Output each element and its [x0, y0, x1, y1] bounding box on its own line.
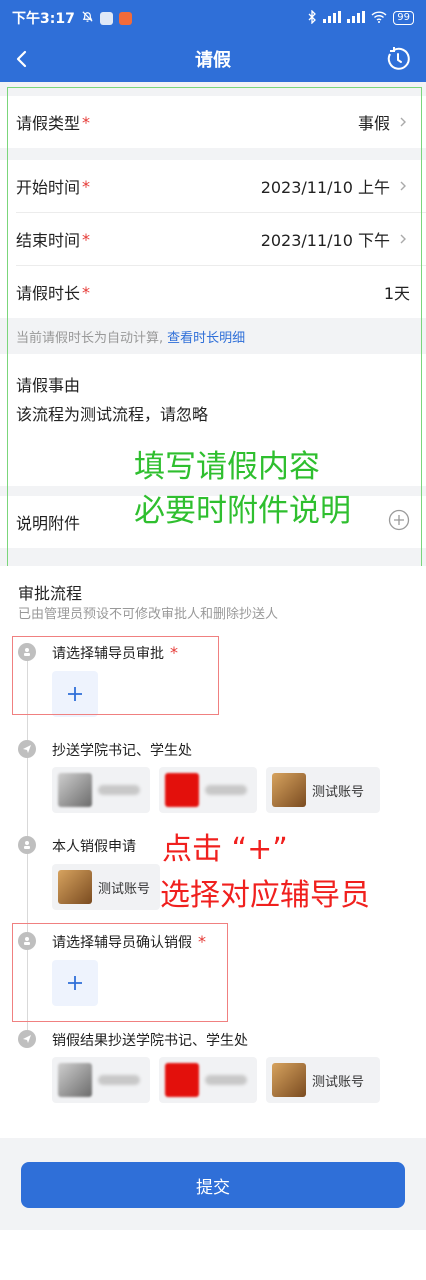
step-title: 抄送学院书记、学生处: [52, 743, 192, 759]
avatar: [272, 1063, 306, 1097]
duration-value: 1天: [383, 284, 410, 303]
leave-type-label: 请假类型: [16, 114, 81, 133]
battery-indicator: 99: [393, 11, 414, 25]
duration-detail-link[interactable]: 查看时长明细: [167, 327, 245, 346]
required-mark: *: [82, 176, 91, 196]
step-title: 请选择辅导员审批 *: [52, 643, 178, 663]
status-time: 下午3:17: [12, 11, 75, 27]
plus-icon: [68, 687, 82, 701]
end-time-value: 2023/11/10 下午: [260, 231, 390, 250]
back-arrow-icon: [16, 50, 27, 68]
start-time-row[interactable]: 开始时间 * 2023/11/10 上午: [0, 160, 426, 212]
duration-row: 请假时长 * 1天: [0, 266, 426, 318]
avatar: [165, 1063, 199, 1097]
approver-step-icon: [18, 643, 36, 661]
cc-person-chip: [159, 1057, 257, 1103]
blurred-name: [98, 1075, 140, 1085]
hint-text: 当前请假时长为自动计算,: [16, 330, 164, 346]
cc-person-chip: [52, 767, 150, 813]
step-title: 请选择辅导员确认销假 *: [52, 932, 206, 952]
annotation-red-line1: 点击 “+”: [162, 832, 288, 867]
add-approver-button[interactable]: [52, 671, 98, 717]
status-bar: 下午3:17 99: [0, 0, 426, 36]
nav-bar: 请假: [0, 36, 426, 82]
annotation-green-line1: 填写请假内容: [134, 449, 320, 485]
add-attachment-button[interactable]: [388, 509, 410, 535]
avatar: [272, 773, 306, 807]
notification-off-icon: [81, 10, 94, 26]
chip-name: 测试账号: [312, 784, 365, 800]
required-mark: *: [170, 643, 178, 662]
required-mark: *: [82, 229, 91, 249]
add-confirm-approver-button[interactable]: [52, 960, 98, 1006]
cc-person-chip: 测试账号: [266, 1057, 380, 1103]
approver-step-icon: [18, 932, 36, 950]
end-time-label: 结束时间: [16, 231, 81, 250]
attachment-label: 说明附件: [16, 514, 81, 533]
step-title-text: 请选择辅导员确认销假: [52, 935, 192, 951]
bottom-area: [0, 1230, 426, 1280]
page-title: 请假: [195, 50, 231, 71]
start-time-value: 2023/11/10 上午: [260, 178, 390, 197]
bluetooth-icon: [307, 8, 317, 27]
required-mark: *: [82, 112, 91, 132]
history-button[interactable]: [384, 45, 412, 73]
app-notification-icon: [99, 11, 113, 25]
cc-step-icon: [18, 1030, 36, 1048]
cc-step-icon: [18, 740, 36, 758]
chevron-right-icon: [400, 234, 406, 244]
back-button[interactable]: [10, 46, 36, 72]
avatar: [165, 773, 199, 807]
signal-icon: [323, 10, 342, 26]
flow-title: 审批流程: [18, 584, 83, 603]
required-mark: *: [82, 282, 91, 302]
duration-label: 请假时长: [16, 284, 81, 303]
avatar: [58, 870, 92, 904]
signal-icon-2: [347, 10, 366, 26]
blurred-name: [98, 785, 140, 795]
app-notification-icon-2: [118, 11, 132, 25]
add-circle-icon: [388, 509, 410, 531]
flow-subtitle: 已由管理员预设不可修改审批人和删除抄送人: [18, 607, 279, 622]
leave-type-value: 事假: [357, 114, 390, 133]
cc-person-chip: [52, 1057, 150, 1103]
leave-type-row[interactable]: 请假类型 * 事假: [0, 96, 426, 148]
chip-name: 测试账号: [312, 1074, 365, 1090]
avatar: [58, 1063, 92, 1097]
step-title: 销假结果抄送学院书记、学生处: [52, 1033, 248, 1049]
cc-person-chip: 测试账号: [266, 767, 380, 813]
wifi-icon: [371, 10, 387, 26]
reason-input[interactable]: 该流程为测试流程，请忽略: [16, 401, 208, 425]
avatar: [58, 773, 92, 807]
duration-hint: 当前请假时长为自动计算, 查看时长明细: [0, 318, 426, 354]
annotation-green-line2: 必要时附件说明: [134, 493, 351, 529]
chevron-right-icon: [400, 117, 406, 127]
start-time-label: 开始时间: [16, 178, 81, 197]
chip-name: 测试账号: [98, 881, 151, 897]
step-title-text: 请选择辅导员审批: [52, 646, 164, 662]
self-step-icon: [18, 836, 36, 854]
blurred-name: [205, 785, 247, 795]
required-mark: *: [198, 932, 206, 951]
reason-label: 请假事由: [16, 376, 81, 395]
step-title: 本人销假申请: [52, 839, 136, 855]
self-person-chip: 测试账号: [52, 864, 160, 910]
history-icon: [387, 47, 410, 70]
end-time-row[interactable]: 结束时间 * 2023/11/10 下午: [0, 213, 426, 265]
cc-person-chip: [159, 767, 257, 813]
submit-button[interactable]: 提交: [21, 1162, 405, 1208]
chevron-right-icon: [400, 181, 406, 191]
plus-icon: [68, 976, 82, 990]
annotation-red-line2: 选择对应辅导员: [160, 878, 370, 913]
blurred-name: [205, 1075, 247, 1085]
